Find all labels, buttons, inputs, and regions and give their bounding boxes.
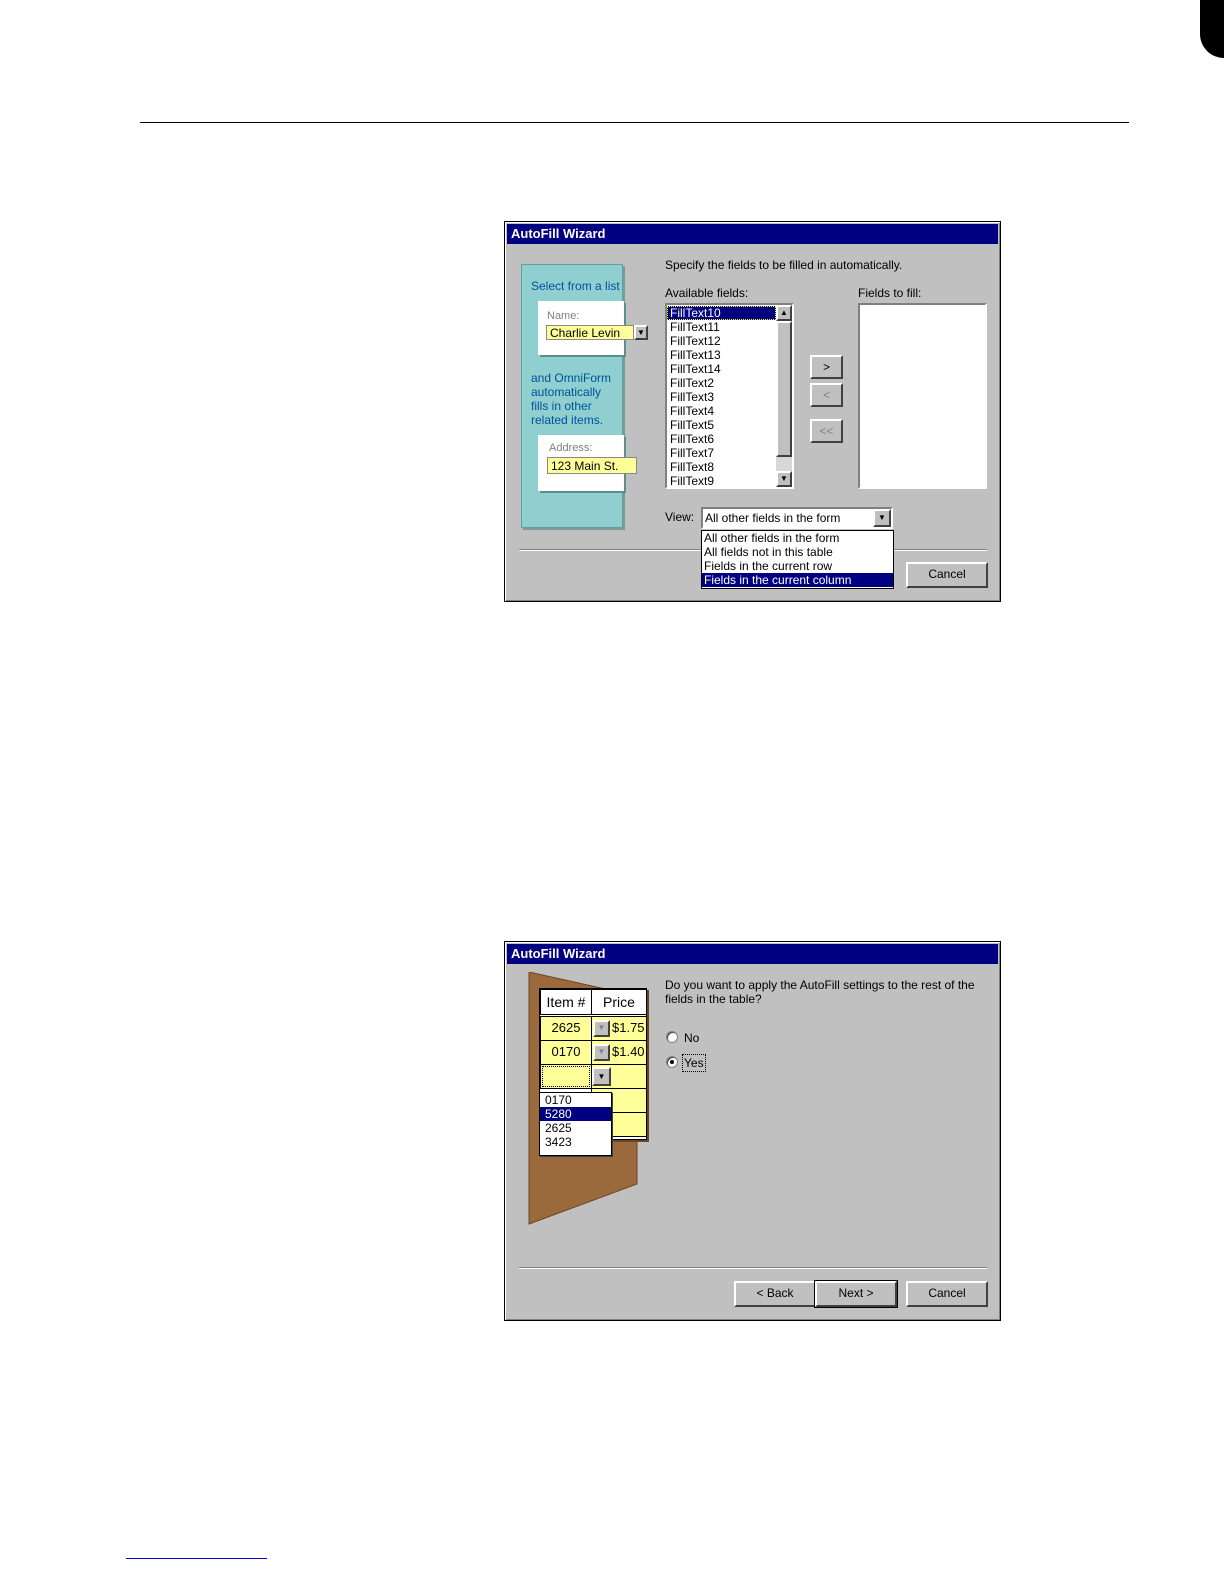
scroll-down-icon[interactable]: ▼ [776, 471, 792, 487]
dropdown-option[interactable]: 0170 [540, 1093, 611, 1107]
list-item[interactable]: FillText5 [667, 418, 776, 432]
cancel-button[interactable]: Cancel [906, 1281, 988, 1307]
list-item[interactable]: FillText2 [667, 376, 776, 390]
list-item[interactable]: FillText3 [667, 390, 776, 404]
dialog-separator [519, 1267, 987, 1269]
list-item[interactable]: FillText13 [667, 348, 776, 362]
dialog-title: AutoFill Wizard [507, 944, 998, 964]
name-card: Name: Charlie Levin ▼ [538, 301, 648, 355]
table-header-item: Item # [540, 989, 592, 1015]
radio-yes-label[interactable]: Yes [682, 1054, 706, 1072]
question-line: Do you want to apply the AutoFill settin… [665, 978, 975, 992]
radio-no-label[interactable]: No [684, 1031, 699, 1045]
list-item[interactable]: FillText12 [667, 334, 776, 348]
list-item[interactable]: FillText6 [667, 432, 776, 446]
scroll-thumb[interactable] [776, 321, 792, 457]
back-button[interactable]: < Back [734, 1281, 816, 1307]
available-fields-list[interactable]: FillText10 FillText11 FillText12 FillTex… [665, 303, 794, 489]
address-card: Address: 123 Main St. [538, 435, 637, 491]
dropdown-option[interactable]: All fields not in this table [702, 545, 893, 559]
table-cell-item[interactable]: 2625 [540, 1016, 592, 1041]
vertical-scrollbar[interactable]: ▲ ▼ [776, 305, 792, 487]
autofill-wizard-dialog-1: AutoFill Wizard Select from a list Name:… [504, 221, 1001, 602]
remove-all-fields-button[interactable]: << [810, 419, 843, 443]
chevron-down-icon: ▼ [593, 1044, 610, 1061]
address-label: Address: [549, 442, 593, 454]
remove-field-button[interactable]: < [810, 383, 843, 407]
next-button[interactable]: Next > [814, 1280, 898, 1308]
name-field: Charlie Levin [546, 325, 634, 340]
caption-line: automatically [531, 385, 602, 399]
list-item[interactable]: FillText8 [667, 460, 776, 474]
table-cell-item[interactable]: 0170 [540, 1040, 592, 1065]
name-dropdown-icon: ▼ [634, 325, 648, 340]
dropdown-option[interactable]: 3423 [540, 1135, 611, 1149]
address-field: 123 Main St. [547, 457, 637, 474]
fields-to-fill-label: Fields to fill: [858, 286, 922, 300]
caption-line: fills in other [531, 399, 592, 413]
view-dropdown-list[interactable]: All other fields in the form All fields … [701, 530, 894, 589]
dropdown-option[interactable]: 2625 [540, 1121, 611, 1135]
illustration-caption: and OmniForm automatically fills in othe… [531, 371, 623, 427]
radio-yes[interactable] [666, 1056, 678, 1068]
table-cell-item-active[interactable] [540, 1064, 592, 1089]
scroll-up-icon[interactable]: ▲ [776, 305, 792, 321]
cancel-button[interactable]: Cancel [906, 562, 988, 588]
price-value: $1.40 [612, 1044, 645, 1059]
question-text: Do you want to apply the AutoFill settin… [665, 978, 990, 1006]
list-item[interactable]: FillText10 [667, 306, 776, 320]
instruction-text: Specify the fields to be filled in autom… [665, 258, 903, 272]
item-dropdown-list[interactable]: 0170 5280 2625 3423 [539, 1092, 612, 1156]
list-item[interactable]: FillText7 [667, 446, 776, 460]
chevron-down-icon: ▼ [593, 1020, 610, 1037]
header-rule [140, 122, 1129, 123]
dropdown-option[interactable]: All other fields in the form [702, 531, 893, 545]
dialog-title: AutoFill Wizard [507, 224, 998, 244]
dropdown-option[interactable]: Fields in the current column [702, 573, 893, 587]
list-item[interactable]: FillText4 [667, 404, 776, 418]
chevron-down-icon[interactable]: ▼ [873, 509, 891, 527]
list-item[interactable]: FillText11 [667, 320, 776, 334]
question-line: fields in the table? [665, 992, 762, 1006]
radio-no[interactable] [666, 1031, 678, 1043]
add-field-button[interactable]: > [810, 355, 843, 379]
illustration-panel: Select from a list Name: Charlie Levin ▼… [521, 264, 648, 528]
name-label: Name: [547, 310, 580, 322]
illustration-heading: Select from a list [531, 279, 620, 293]
view-select-value: All other fields in the form [705, 511, 841, 525]
view-label: View: [665, 510, 695, 524]
price-value: $1.75 [612, 1020, 645, 1035]
fields-to-fill-list[interactable] [858, 303, 987, 489]
footer-rule [126, 1558, 267, 1559]
view-select[interactable]: All other fields in the form ▼ [701, 507, 893, 529]
table-header-price: Price [591, 989, 647, 1015]
dropdown-option[interactable]: 5280 [540, 1107, 611, 1121]
dropdown-option[interactable]: Fields in the current row [702, 559, 893, 573]
caption-line: related items. [531, 413, 604, 427]
autofill-wizard-dialog-2: AutoFill Wizard Item # Price 2625 ▼ $1.7… [504, 941, 1001, 1321]
chevron-down-icon[interactable]: ▼ [592, 1067, 611, 1086]
list-item[interactable]: FillText14 [667, 362, 776, 376]
caption-line: and OmniForm [531, 371, 612, 385]
available-fields-label: Available fields: [665, 286, 749, 300]
list-item[interactable]: FillText9 [667, 474, 776, 487]
available-fields-items: FillText10 FillText11 FillText12 FillTex… [667, 306, 776, 487]
page-edge-tab [1200, 0, 1224, 58]
